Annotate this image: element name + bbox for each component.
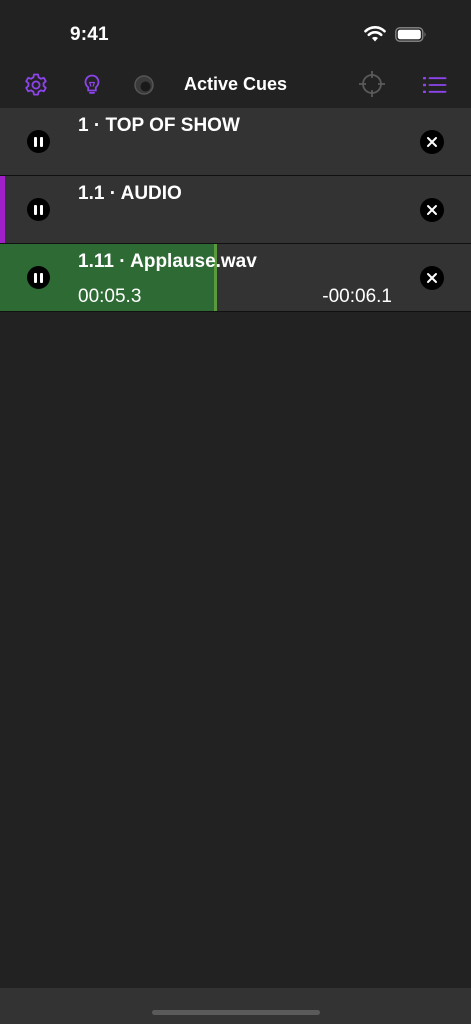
list-icon bbox=[423, 77, 447, 93]
cue-row[interactable]: 1.1 · AUDIO bbox=[0, 176, 471, 244]
bottom-bar bbox=[0, 988, 471, 1024]
pause-icon bbox=[34, 204, 37, 215]
target-button[interactable] bbox=[357, 69, 387, 99]
home-indicator[interactable] bbox=[152, 1010, 320, 1015]
crosshair-icon bbox=[359, 71, 385, 97]
close-icon bbox=[427, 205, 437, 215]
toolbar-title: Active Cues bbox=[183, 74, 288, 94]
cue-row[interactable]: 1.11 · Applause.wav 00:05.3 -00:06.1 bbox=[0, 244, 471, 312]
close-icon bbox=[427, 137, 437, 147]
stop-cue-button[interactable] bbox=[420, 266, 444, 290]
cue-title: 1 · TOP OF SHOW bbox=[78, 115, 240, 136]
pause-icon bbox=[34, 136, 37, 147]
status-time: 9:41 bbox=[70, 24, 109, 45]
pause-icon bbox=[34, 272, 37, 283]
cue-title: 1.1 · AUDIO bbox=[78, 183, 182, 204]
cue-title: 1.11 · Applause.wav bbox=[78, 251, 257, 272]
wifi-icon bbox=[364, 26, 386, 42]
stop-cue-button[interactable] bbox=[420, 198, 444, 222]
cue-remaining-time: -00:06.1 bbox=[322, 286, 392, 307]
list-view-button[interactable] bbox=[421, 72, 449, 98]
status-bar: 9:41 bbox=[0, 0, 471, 62]
battery-icon bbox=[395, 27, 426, 42]
stop-cue-button[interactable] bbox=[420, 130, 444, 154]
active-cue-list: 1 · TOP OF SHOW 1.1 · AUDIO 1.11 · Appla… bbox=[0, 108, 471, 312]
cue-color-bar bbox=[0, 176, 5, 243]
pause-button[interactable] bbox=[27, 266, 50, 289]
close-icon bbox=[427, 273, 437, 283]
cue-elapsed-time: 00:05.3 bbox=[78, 286, 142, 307]
pause-button[interactable] bbox=[27, 130, 50, 153]
cue-row[interactable]: 1 · TOP OF SHOW bbox=[0, 108, 471, 176]
pause-button[interactable] bbox=[27, 198, 50, 221]
toolbar: Active Cues bbox=[0, 62, 471, 108]
active-cues-screen: 9:41 Active Cues 1 · TOP OF SHOW 1.1 · A… bbox=[0, 0, 471, 1024]
